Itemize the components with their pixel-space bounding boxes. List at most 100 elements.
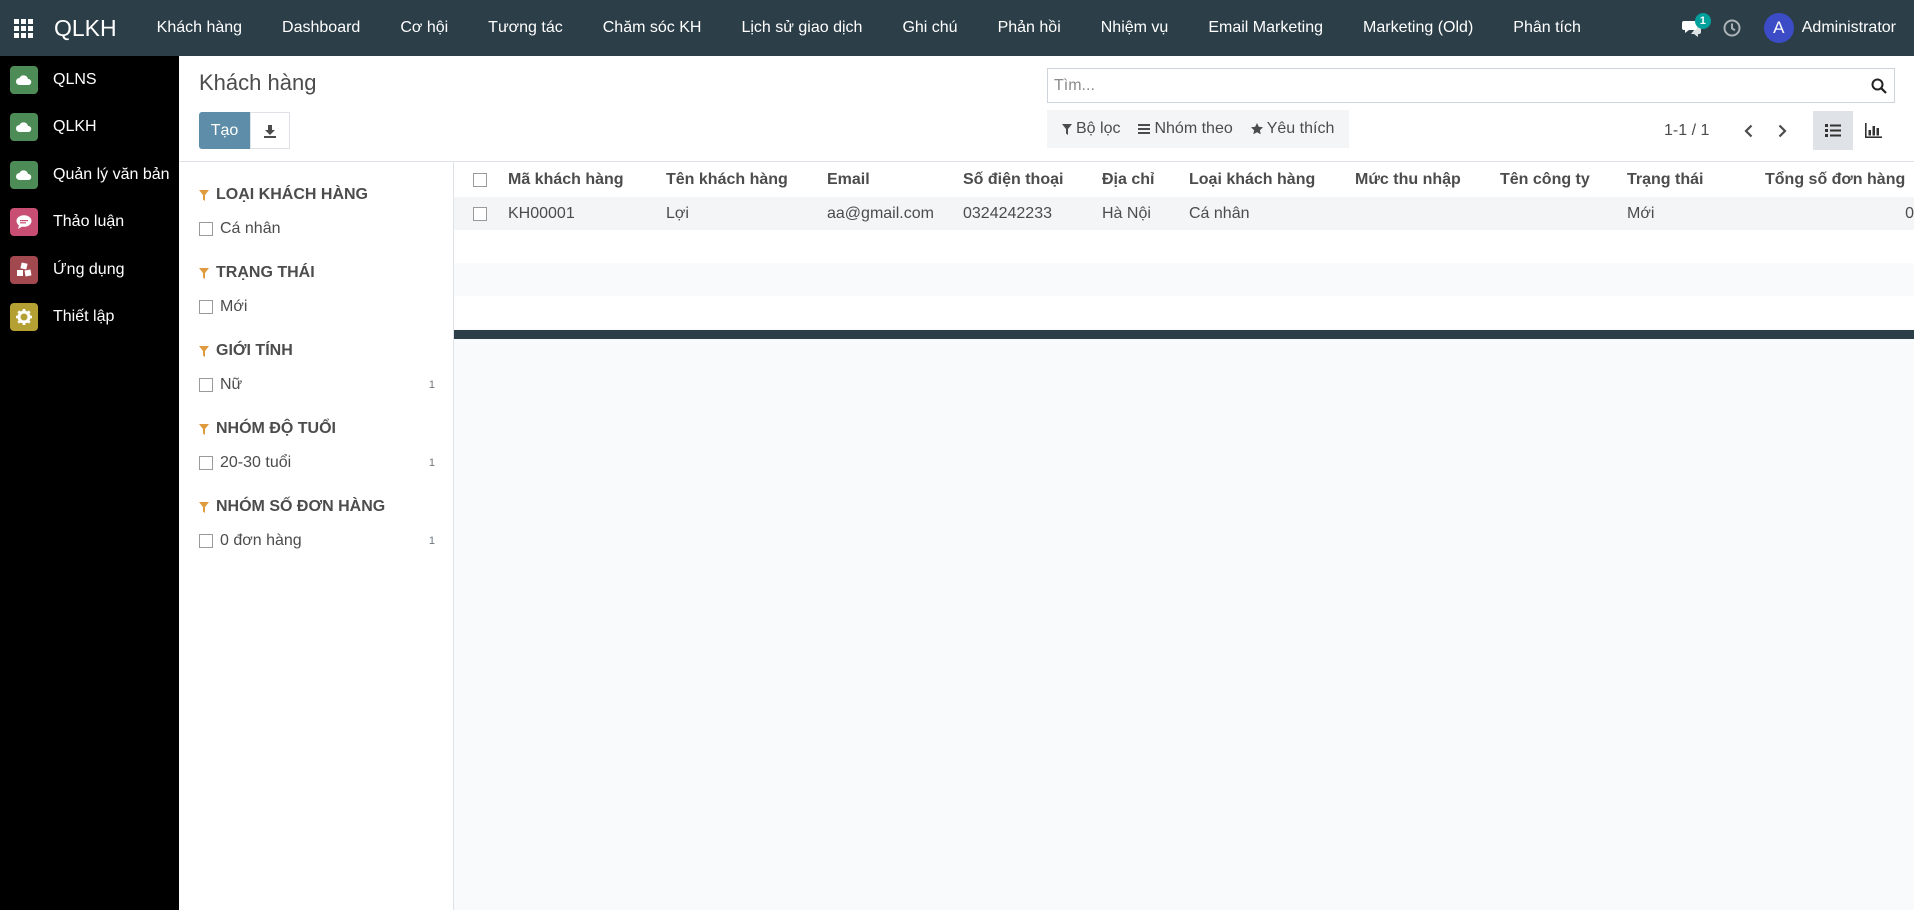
search-bar <box>1047 68 1895 103</box>
menu-item-dashboard[interactable]: Dashboard <box>262 0 380 56</box>
menu-item-ghi-chu[interactable]: Ghi chú <box>882 0 977 56</box>
filter-section-title: LOẠI KHÁCH HÀNG <box>199 184 453 206</box>
list-view: Mã khách hàng Tên khách hàng Email Số đi… <box>454 162 1914 910</box>
cell-ma-khach-hang: KH00001 <box>508 204 575 222</box>
records-table: Mã khách hàng Tên khách hàng Email Số đi… <box>454 162 1914 329</box>
menu-item-phan-hoi[interactable]: Phản hồi <box>978 0 1081 56</box>
filter-section-title: NHÓM ĐỘ TUỔI <box>199 418 453 440</box>
messaging-icon[interactable]: 1 <box>1672 0 1712 56</box>
filter-checkbox[interactable] <box>199 222 213 236</box>
view-switcher <box>1813 111 1893 150</box>
cell-loai-khach-hang: Cá nhân <box>1189 204 1250 222</box>
filter-checkbox[interactable] <box>199 378 213 392</box>
table-footer <box>454 330 1914 339</box>
sidebar-item-thiet-lap[interactable]: Thiết lập <box>0 294 179 342</box>
apps-menu-icon[interactable] <box>0 0 46 56</box>
filter-section-nhom-so-don-hang: NHÓM SỐ ĐƠN HÀNG 0 đơn hàng 1 <box>199 496 453 551</box>
column-header-so-dien-thoai[interactable]: Số điện thoại <box>963 171 1063 189</box>
filter-section-trang-thai: TRẠNG THÁI Mới <box>199 262 453 317</box>
cell-trang-thai: Mới <box>1627 204 1655 222</box>
column-header-muc-thu-nhap[interactable]: Mức thu nhập <box>1355 171 1461 189</box>
menu-item-phan-tich[interactable]: Phân tích <box>1493 0 1601 56</box>
app-brand[interactable]: QLKH <box>46 15 137 42</box>
column-header-ten-cong-ty[interactable]: Tên công ty <box>1500 171 1590 189</box>
search-icon[interactable] <box>1864 78 1894 94</box>
sidebar-item-quan-ly-van-ban[interactable]: Quản lý văn bản <box>0 151 179 199</box>
message-count-badge: 1 <box>1694 13 1711 29</box>
chat-icon <box>10 208 38 237</box>
row-checkbox[interactable] <box>473 206 487 221</box>
menu-item-lich-su-giao-dich[interactable]: Lịch sử giao dịch <box>721 0 882 56</box>
menu-item-nhiem-vu[interactable]: Nhiệm vụ <box>1081 0 1189 56</box>
list-view-button[interactable] <box>1813 111 1853 150</box>
cloud-icon <box>10 113 38 142</box>
avatar: A <box>1763 13 1794 43</box>
menu-item-khach-hang[interactable]: Khách hàng <box>137 0 262 56</box>
filter-option[interactable]: 0 đơn hàng 1 <box>199 531 435 551</box>
filter-checkbox[interactable] <box>199 456 213 470</box>
column-header-ma-khach-hang[interactable]: Mã khách hàng <box>508 171 624 189</box>
table-header: Mã khách hàng Tên khách hàng Email Số đi… <box>454 162 1914 197</box>
column-header-trang-thai[interactable]: Trạng thái <box>1627 171 1703 189</box>
column-header-ten-khach-hang[interactable]: Tên khách hàng <box>666 171 788 189</box>
search-options: Bộ lọc Nhóm theo Yêu thích <box>1047 110 1350 148</box>
cell-tong-so-don-hang: 0 <box>1905 204 1914 222</box>
filter-section-title: TRẠNG THÁI <box>199 262 453 284</box>
column-header-email[interactable]: Email <box>827 171 870 189</box>
select-all-checkbox[interactable] <box>473 172 487 187</box>
cloud-icon <box>10 160 38 189</box>
sidebar-item-label: Thảo luận <box>53 213 125 231</box>
user-menu[interactable]: A Administrator <box>1752 0 1914 56</box>
filter-icon <box>199 189 209 201</box>
filter-button[interactable]: Bộ lọc <box>1053 110 1129 148</box>
filter-option[interactable]: Mới <box>199 297 435 317</box>
menu-item-cham-soc-kh[interactable]: Chăm sóc KH <box>583 0 722 56</box>
filter-section-nhom-do-tuoi: NHÓM ĐỘ TUỔI 20-30 tuổi 1 <box>199 418 453 473</box>
filter-checkbox[interactable] <box>199 534 213 548</box>
menu-item-tuong-tac[interactable]: Tương tác <box>468 0 583 56</box>
pager-next-button[interactable] <box>1765 112 1799 150</box>
menu-item-marketing-old[interactable]: Marketing (Old) <box>1343 0 1493 56</box>
export-button[interactable] <box>250 112 290 149</box>
search-input[interactable] <box>1048 69 1864 102</box>
table-row-empty <box>454 230 1914 263</box>
column-header-tong-so-don-hang[interactable]: Tổng số đơn hàng <box>1765 171 1905 189</box>
filter-section-gioi-tinh: GIỚI TÍNH Nữ 1 <box>199 340 453 395</box>
sidebar-item-qlkh[interactable]: QLKH <box>0 104 179 152</box>
filter-option-count: 1 <box>428 379 435 391</box>
filter-section-label: NHÓM SỐ ĐƠN HÀNG <box>216 498 386 515</box>
sidebar-item-thao-luan[interactable]: Thảo luận <box>0 199 179 247</box>
main-menu: Khách hàng Dashboard Cơ hội Tương tác Ch… <box>137 0 1601 56</box>
favorites-button[interactable]: Yêu thích <box>1242 110 1344 148</box>
filter-option-label: 0 đơn hàng <box>220 532 302 549</box>
filter-option-label: Mới <box>220 298 248 315</box>
filter-checkbox[interactable] <box>199 300 213 314</box>
menu-item-co-hoi[interactable]: Cơ hội <box>380 0 468 56</box>
filter-option[interactable]: 20-30 tuổi 1 <box>199 453 435 473</box>
sidebar-item-label: Quản lý văn bản <box>53 165 170 183</box>
group-by-label: Nhóm theo <box>1154 120 1233 137</box>
group-by-button[interactable]: Nhóm theo <box>1129 110 1241 148</box>
activity-clock-icon[interactable] <box>1712 0 1752 56</box>
pager-previous-button[interactable] <box>1731 112 1765 150</box>
table-row[interactable]: KH00001 Lợi aa@gmail.com 0324242233 Hà N… <box>454 197 1914 230</box>
app-sidebar: QLNS QLKH Quản lý văn bản Thảo luận Ứng … <box>0 56 179 910</box>
graph-view-button[interactable] <box>1853 111 1893 150</box>
pager-value[interactable]: 1-1 / 1 <box>1664 122 1709 140</box>
filter-option[interactable]: Cá nhân <box>199 219 435 239</box>
download-icon <box>264 124 276 138</box>
menu-item-email-marketing[interactable]: Email Marketing <box>1188 0 1343 56</box>
create-button[interactable]: Tạo <box>199 112 250 149</box>
control-panel: Khách hàng Tạo Bộ lọc Nhóm theo Yêu thíc… <box>179 56 1914 162</box>
filter-option-count: 1 <box>428 535 435 547</box>
column-header-dia-chi[interactable]: Địa chỉ <box>1102 171 1154 189</box>
column-header-loai-khach-hang[interactable]: Loại khách hàng <box>1189 171 1315 189</box>
sidebar-item-qlns[interactable]: QLNS <box>0 56 179 104</box>
filter-section-title: GIỚI TÍNH <box>199 340 453 362</box>
filter-icon <box>199 501 209 513</box>
page-title[interactable]: Khách hàng <box>199 70 316 96</box>
sidebar-item-ung-dung[interactable]: Ứng dụng <box>0 246 179 294</box>
user-name: Administrator <box>1801 19 1896 36</box>
filter-option-label: Nữ <box>220 376 243 393</box>
filter-option[interactable]: Nữ 1 <box>199 375 435 395</box>
